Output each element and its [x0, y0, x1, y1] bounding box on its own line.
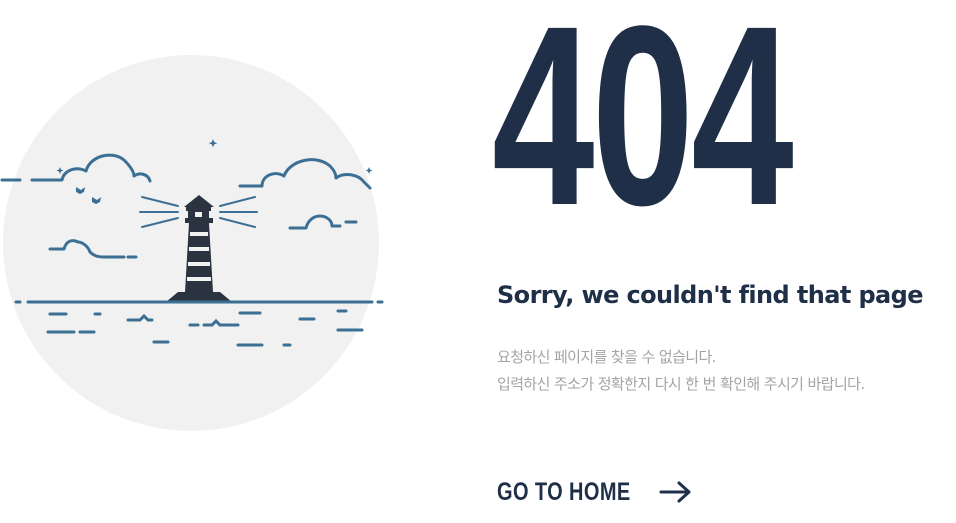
lighthouse-illustration [0, 0, 400, 519]
error-message-line: 요청하신 페이지를 찾을 수 없습니다. [497, 348, 716, 366]
error-message: 요청하신 페이지를 찾을 수 없습니다. 입력하신 주소가 정확한지 다시 한 … [497, 344, 865, 398]
arrow-right-icon [659, 481, 691, 503]
error-message-line: 입력하신 주소가 정확한지 다시 한 번 확인해 주시기 바랍니다. [497, 375, 865, 393]
go-to-home-label: GO TO HOME [497, 477, 631, 506]
error-title: Sorry, we couldn't find that page [497, 281, 923, 309]
go-to-home-link[interactable]: GO TO HOME [497, 474, 691, 510]
error-code: 404 [492, 0, 794, 259]
